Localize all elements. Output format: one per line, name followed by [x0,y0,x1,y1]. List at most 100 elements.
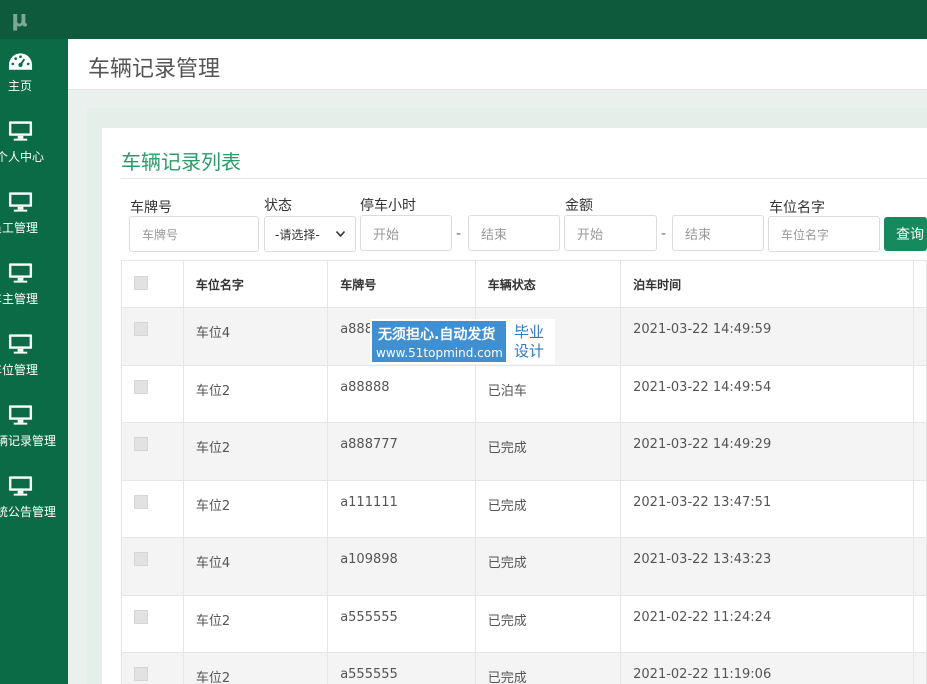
row-checkbox[interactable] [134,609,148,624]
space-cell: 车位2 [182,422,329,481]
range-dash: - [456,226,462,242]
watermark-badge-line2: 设计 [514,342,545,360]
row-checkbox[interactable] [134,552,148,566]
column-header-status[interactable]: 车辆状态 [474,260,622,308]
time-cell: 2021-02-22 11:19:06 [620,652,914,684]
extra-cell [912,479,927,538]
sidebar-item-label: 车主管理 [0,292,39,306]
app-logo[interactable]: μ [0,0,39,39]
watermark-badge-line1: 毕业 [514,323,545,341]
time-cell: 2021-03-22 13:43:23 [620,537,914,596]
range-dash: - [661,226,667,242]
page-header: 车辆记录管理 [68,39,927,90]
status-select[interactable]: -请选择- [264,216,356,252]
extra-cell [912,364,927,423]
plate-input[interactable]: 车牌号 [129,216,259,252]
monitor-icon [8,334,33,354]
card-title: 车辆记录列表 [121,150,241,174]
monitor-icon [8,263,33,283]
row-checkbox[interactable] [134,494,148,509]
column-header-extra [912,260,927,308]
row-checkbox[interactable] [134,322,148,336]
table-row[interactable]: 车位2 a111111 已完成 2021-03-22 13:47:51 [121,479,927,538]
status-cell: 已完成 [474,537,622,596]
monitor-icon [8,405,33,425]
row-checkbox[interactable] [134,437,148,451]
sidebar-item-label: 车位管理 [0,363,39,377]
plate-label: 车牌号 [130,200,172,216]
table-row[interactable]: 车位2 a888777 已完成 2021-03-22 14:49:29 [121,422,927,481]
sidebar-item-parking-space[interactable]: 车位管理 [0,323,68,394]
row-select-cell [121,364,184,423]
top-bar: μ [0,0,927,39]
monitor-icon [8,476,33,496]
row-select-cell [121,652,184,684]
plate-cell: a111111 [327,479,476,538]
space-cell: 车位2 [182,364,329,423]
sidebar-item-vehicle-records[interactable]: 车辆记录管理 [0,394,68,465]
status-cell: 已泊车 [474,364,622,423]
hours-start-input[interactable]: 开始 [360,215,452,251]
row-select-cell [121,594,184,653]
sidebar-item-announcements[interactable]: 系统公告管理 [0,465,68,536]
sidebar-item-label: 员工管理 [0,221,39,235]
sidebar-item-staff[interactable]: 员工管理 [0,181,68,252]
table-row[interactable]: 车位2 a88888 已泊车 2021-03-22 14:49:54 [121,364,927,423]
column-header-time[interactable]: 泊车时间 [620,260,914,308]
time-cell: 2021-02-22 11:24:24 [620,594,914,653]
status-cell: 已完成 [474,594,622,653]
table-row[interactable]: 车位2 a555555 已完成 2021-02-22 11:19:06 [121,652,927,684]
sidebar-item-profile[interactable]: 个人中心 [0,110,68,181]
extra-cell [912,307,927,366]
status-select-value: -请选择- [275,227,320,242]
row-select-cell [121,422,184,481]
row-select-cell [121,479,184,538]
column-header-space[interactable]: 车位名字 [182,260,329,308]
amount-start-input[interactable]: 开始 [564,215,657,251]
dashboard-icon [8,53,33,70]
extra-cell [912,537,927,596]
query-button[interactable]: 查询 [884,217,927,251]
space-name-input[interactable]: 车位名字 [768,216,880,252]
time-cell: 2021-03-22 14:49:59 [620,307,914,366]
watermark-banner: 无须担心.自动发货 www.51topmind.com 毕业 设计 [370,319,555,364]
select-all-cell [121,260,184,308]
sidebar-item-owner[interactable]: 车主管理 [0,252,68,323]
amount-end-input[interactable]: 结束 [672,215,764,251]
row-select-cell [121,537,184,596]
monitor-icon [8,192,33,212]
hours-label: 停车小时 [360,198,416,214]
select-all-checkbox[interactable] [134,275,148,290]
plate-cell: a555555 [327,594,476,653]
column-header-plate[interactable]: 车牌号 [327,260,476,308]
time-cell: 2021-03-22 14:49:29 [620,422,914,481]
sidebar-item-label: 系统公告管理 [0,505,57,519]
table-row[interactable]: 车位4 a109898 已完成 2021-03-22 13:43:23 [121,537,927,596]
hours-end-input[interactable]: 结束 [468,215,560,251]
time-cell: 2021-03-22 14:49:54 [620,364,914,423]
time-cell: 2021-03-22 13:47:51 [620,479,914,538]
sidebar-item-label: 车辆记录管理 [0,434,57,448]
sidebar: 主页 个人中心 员工管理 车主管理 [0,39,68,684]
space-name-label: 车位名字 [769,200,825,216]
status-cell: 已完成 [474,479,622,538]
plate-cell: a888777 [327,422,476,481]
page-title: 车辆记录管理 [88,57,221,82]
extra-cell [912,594,927,653]
extra-cell [912,422,927,481]
table-row[interactable]: 车位2 a555555 已完成 2021-02-22 11:24:24 [121,594,927,653]
amount-label: 金额 [565,198,593,214]
row-checkbox[interactable] [134,379,148,394]
status-cell: 已完成 [474,652,622,684]
divider [121,178,927,179]
sidebar-item-home[interactable]: 主页 [0,39,68,110]
sidebar-item-label: 主页 [8,79,33,93]
space-cell: 车位4 [182,307,329,366]
row-checkbox[interactable] [134,667,148,681]
plate-cell: a88888 [327,364,476,423]
table-header-row: 车位名字 车牌号 车辆状态 泊车时间 [121,260,927,308]
sidebar-item-label: 个人中心 [0,150,45,164]
monitor-icon [8,121,33,141]
space-cell: 车位4 [182,537,329,596]
row-select-cell [121,307,184,366]
